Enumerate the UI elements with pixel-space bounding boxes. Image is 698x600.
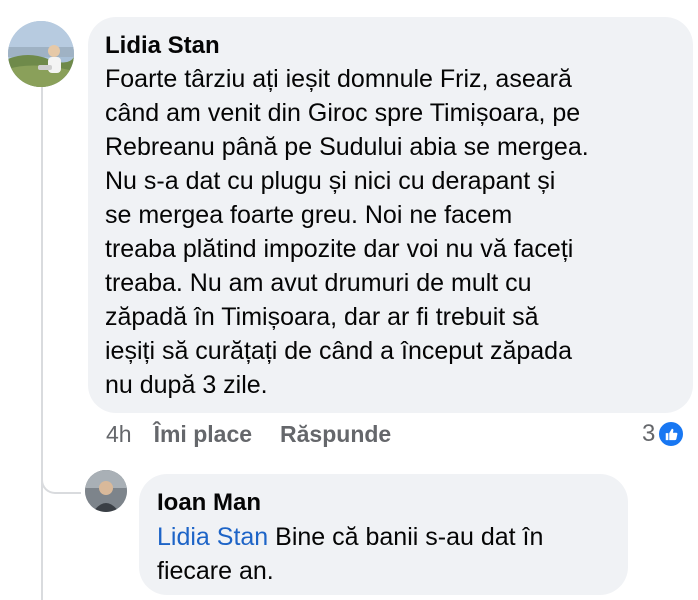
reaction-count: 3 bbox=[642, 420, 656, 447]
thread-line bbox=[41, 80, 43, 600]
comment-actions: 4h Îmi place Răspunde bbox=[106, 421, 391, 448]
reaction-summary[interactable]: 3 bbox=[642, 420, 686, 448]
comment-author[interactable]: Lidia Stan bbox=[105, 32, 220, 60]
avatar[interactable] bbox=[85, 470, 127, 512]
like-button[interactable]: Îmi place bbox=[154, 421, 252, 448]
avatar-photo bbox=[85, 470, 127, 512]
like-icon bbox=[657, 420, 686, 448]
reply-author[interactable]: Ioan Man bbox=[157, 489, 261, 517]
mention-link[interactable]: Lidia Stan bbox=[157, 523, 268, 551]
comment-text: Foarte târziu ați ieșit domnule Friz, as… bbox=[105, 65, 589, 399]
comment-timestamp[interactable]: 4h bbox=[106, 421, 132, 448]
reply-button[interactable]: Răspunde bbox=[280, 421, 391, 448]
reply-text: Lidia Stan Bine că banii s-au dat în fie… bbox=[157, 520, 617, 588]
reply-connector bbox=[41, 470, 81, 494]
avatar[interactable] bbox=[8, 21, 74, 87]
avatar-photo bbox=[8, 21, 74, 87]
